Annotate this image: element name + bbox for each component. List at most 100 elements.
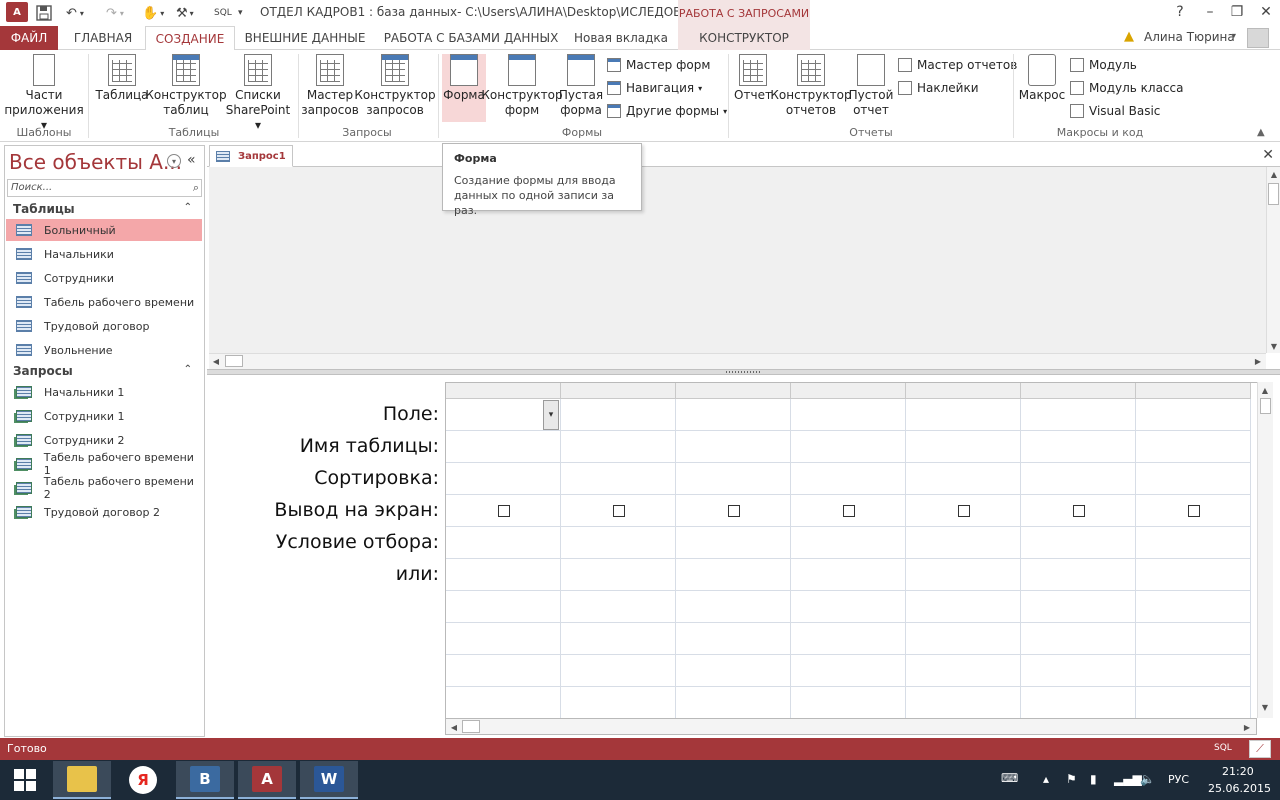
column-selector[interactable] <box>791 383 906 399</box>
nav-item-table[interactable]: Трудовой договор <box>6 315 202 337</box>
network-icon[interactable]: ▂▄▆ <box>1114 772 1142 786</box>
clock-date[interactable]: 25.06.2015 <box>1208 782 1271 795</box>
field-dropdown-icon[interactable]: ▾ <box>543 400 559 430</box>
grid-cell[interactable] <box>1136 527 1251 559</box>
grid-horizontal-scrollbar[interactable]: ◀ ▶ <box>445 718 1257 735</box>
search-icon[interactable]: ⌕ <box>193 181 199 195</box>
table-pane[interactable] <box>209 167 1266 353</box>
scroll-up-icon[interactable]: ▲ <box>1258 383 1272 397</box>
keyboard-icon[interactable]: ⌨ <box>1001 771 1018 785</box>
start-button[interactable] <box>0 761 50 799</box>
scroll-right-icon[interactable]: ▶ <box>1240 720 1254 734</box>
macro-button[interactable]: Макрос <box>1018 54 1066 103</box>
collapse-section-icon[interactable]: ⌃ <box>184 202 192 213</box>
show-checkbox[interactable] <box>613 505 625 517</box>
report-wizard-button[interactable]: Мастер отчетов <box>898 55 1017 75</box>
grid-cell[interactable] <box>561 623 676 655</box>
blank-form-button[interactable]: Пустая форма <box>558 54 604 118</box>
grid-cell[interactable] <box>906 591 1021 623</box>
save-icon[interactable] <box>36 3 52 23</box>
clock-time[interactable]: 21:20 <box>1222 765 1254 778</box>
grid-cell[interactable] <box>446 463 561 495</box>
grid-cell[interactable] <box>446 687 561 718</box>
splitter-grip[interactable] <box>726 371 760 373</box>
grid-cell[interactable] <box>791 591 906 623</box>
grid-cell[interactable] <box>1021 463 1136 495</box>
visual-basic-button[interactable]: Visual Basic <box>1070 101 1160 121</box>
nav-item-table[interactable]: Больничный <box>6 219 202 241</box>
column-selector[interactable] <box>676 383 791 399</box>
scroll-thumb[interactable] <box>1260 398 1271 414</box>
close-document-icon[interactable]: ✕ <box>1262 147 1274 163</box>
grid-cell[interactable] <box>676 431 791 463</box>
shutter-bar-icon[interactable]: « <box>187 152 196 168</box>
grid-cell[interactable] <box>906 431 1021 463</box>
nav-item-table[interactable]: Начальники <box>6 243 202 265</box>
volume-icon[interactable]: 🔈 <box>1140 772 1155 786</box>
grid-cell[interactable] <box>446 527 561 559</box>
sql-view-status-button[interactable]: SQL <box>1214 743 1232 753</box>
grid-cell[interactable] <box>906 527 1021 559</box>
grid-cell[interactable] <box>1021 687 1136 718</box>
avatar[interactable] <box>1247 28 1269 48</box>
tab-external-data[interactable]: ВНЕШНИЕ ДАННЫЕ <box>238 26 372 50</box>
tab-home[interactable]: ГЛАВНАЯ <box>62 26 144 50</box>
design-view-icon[interactable]: ⟋ <box>1249 740 1271 758</box>
form-button[interactable]: Форма <box>442 54 486 122</box>
nav-section-tables[interactable]: Таблицы ⌃ <box>13 202 198 216</box>
app-parts-button[interactable]: Части приложения ▾ <box>4 54 84 133</box>
grid-cell[interactable] <box>1021 623 1136 655</box>
taskbar-word[interactable]: W <box>300 761 358 799</box>
grid-cell[interactable] <box>561 655 676 687</box>
column-selector[interactable] <box>446 383 561 399</box>
grid-cell[interactable] <box>1136 591 1251 623</box>
module-button[interactable]: Модуль <box>1070 55 1137 75</box>
show-hidden-icons-icon[interactable]: ▴ <box>1043 772 1049 786</box>
sql-view-button[interactable]: SQL <box>214 3 232 23</box>
column-selector[interactable] <box>1021 383 1136 399</box>
column-selector[interactable] <box>1136 383 1251 399</box>
show-checkbox[interactable] <box>728 505 740 517</box>
scroll-thumb[interactable] <box>462 720 480 733</box>
scroll-down-icon[interactable]: ▼ <box>1267 339 1280 353</box>
restore-icon[interactable]: ❐ <box>1222 0 1252 24</box>
grid-cell[interactable] <box>676 527 791 559</box>
undo-icon[interactable]: ↶ ▾ <box>66 3 84 23</box>
nav-search-input[interactable]: Поиск... ⌕ <box>7 179 202 197</box>
tab-new[interactable]: Новая вкладка <box>570 26 672 50</box>
grid-cell[interactable] <box>791 559 906 591</box>
grid-cell[interactable] <box>906 463 1021 495</box>
grid-cell[interactable] <box>446 623 561 655</box>
sharepoint-lists-button[interactable]: Списки SharePoint ▾ <box>222 54 294 133</box>
grid-cell[interactable] <box>1136 431 1251 463</box>
grid-cell[interactable] <box>1136 623 1251 655</box>
grid-cell[interactable] <box>1021 655 1136 687</box>
form-design-button[interactable]: Конструктор форм <box>481 54 563 118</box>
table-design-button[interactable]: Конструктор таблиц <box>145 54 227 118</box>
grid-cell[interactable] <box>906 399 1021 431</box>
scroll-left-icon[interactable]: ◀ <box>447 720 461 734</box>
grid-cell[interactable] <box>1136 559 1251 591</box>
grid-cell[interactable] <box>906 655 1021 687</box>
scroll-thumb[interactable] <box>225 355 243 367</box>
nav-pane-title[interactable]: Все объекты А... <box>9 150 182 174</box>
grid-cell[interactable] <box>676 559 791 591</box>
grid-cell[interactable] <box>791 687 906 718</box>
nav-item-query[interactable]: Табель рабочего времени 1 <box>6 451 202 477</box>
taskbar-explorer[interactable] <box>53 761 111 799</box>
grid-cell[interactable] <box>906 623 1021 655</box>
taskbar-vk[interactable]: В <box>176 761 234 799</box>
user-dropdown-icon[interactable]: ▾ <box>1232 31 1236 40</box>
grid-cell[interactable] <box>1021 527 1136 559</box>
tab-database-tools[interactable]: РАБОТА С БАЗАМИ ДАННЫХ <box>376 26 566 50</box>
query-wizard-button[interactable]: Мастер запросов <box>301 54 359 118</box>
grid-cell[interactable] <box>561 527 676 559</box>
minimize-icon[interactable]: – <box>1195 0 1225 24</box>
tab-design[interactable]: КОНСТРУКТОР <box>678 26 810 50</box>
redo-icon[interactable]: ↷ ▾ <box>106 3 124 23</box>
labels-button[interactable]: Наклейки <box>898 78 979 98</box>
blank-report-button[interactable]: Пустой отчет <box>848 54 894 118</box>
grid-cell[interactable] <box>676 463 791 495</box>
query-design-grid[interactable]: ▾ <box>445 382 1257 718</box>
grid-cell[interactable] <box>561 687 676 718</box>
